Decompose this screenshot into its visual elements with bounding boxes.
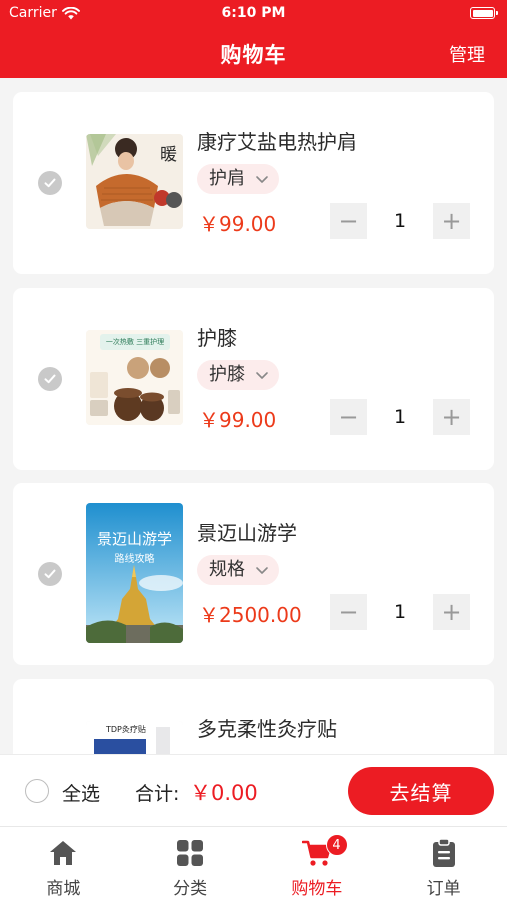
- tab-bar: 商城 分类 4 购物车 订单: [0, 826, 507, 900]
- battery-icon: [470, 7, 498, 19]
- quantity-stepper: − 1 +: [330, 203, 470, 239]
- decrease-quantity-button[interactable]: −: [330, 399, 367, 435]
- tab-label: 购物车: [291, 879, 343, 899]
- quantity-value[interactable]: 1: [367, 399, 433, 435]
- checkmark-icon: [44, 178, 56, 188]
- product-image-banner: 一次热敷 三重护理: [105, 338, 165, 346]
- product-image[interactable]: TDP灸疗贴: [86, 721, 183, 754]
- tab-mall[interactable]: 商城: [0, 827, 127, 900]
- tab-orders[interactable]: 订单: [380, 827, 507, 900]
- spec-label: 护膝: [209, 364, 245, 385]
- status-time: 6:10 PM: [221, 5, 286, 21]
- checkout-button[interactable]: 去结算: [348, 767, 494, 815]
- product-image[interactable]: 景迈山游学 路线攻略: [86, 503, 183, 643]
- total-label: 合计:: [135, 783, 180, 805]
- item-select-checkbox[interactable]: [38, 367, 62, 391]
- increase-quantity-button[interactable]: +: [433, 594, 470, 630]
- tab-category[interactable]: 分类: [127, 827, 254, 900]
- quantity-stepper: − 1 +: [330, 594, 470, 630]
- spec-selector[interactable]: 规格: [197, 555, 279, 585]
- manage-button[interactable]: 管理: [449, 41, 485, 67]
- quantity-value[interactable]: 1: [367, 203, 433, 239]
- select-all-label[interactable]: 全选: [62, 779, 100, 806]
- app-header: Carrier 6:10 PM 购物车 管理: [0, 0, 507, 78]
- product-name[interactable]: 多克柔性灸疗贴: [197, 713, 337, 742]
- checkmark-icon: [44, 569, 56, 579]
- clipboard-icon: [428, 837, 460, 869]
- spec-selector[interactable]: 护膝: [197, 360, 279, 390]
- spec-label: 规格: [209, 559, 245, 580]
- item-select-checkbox[interactable]: [38, 171, 62, 195]
- total-amount: ￥0.00: [190, 781, 258, 805]
- category-grid-icon: [174, 837, 206, 869]
- home-icon: [47, 837, 79, 869]
- tab-label: 商城: [46, 879, 81, 899]
- chevron-down-icon: [256, 372, 268, 379]
- cart-list[interactable]: 暖 康疗艾盐电热护肩 护肩 ￥99.00 − 1 + 一次热敷 三重护理 护膝 …: [0, 78, 507, 754]
- chevron-down-icon: [256, 176, 268, 183]
- cart-item-card: 景迈山游学 路线攻略 景迈山游学 规格 ￥2500.00 − 1 +: [13, 483, 494, 665]
- tab-label: 订单: [426, 879, 461, 899]
- product-image-caption: 暖: [160, 145, 177, 165]
- product-name[interactable]: 景迈山游学: [197, 517, 297, 546]
- cart-item-card: 暖 康疗艾盐电热护肩 护肩 ￥99.00 − 1 +: [13, 92, 494, 274]
- product-image-subtitle: 路线攻略: [114, 554, 155, 565]
- item-select-checkbox[interactable]: [38, 562, 62, 586]
- cart-item-card: 一次热敷 三重护理 护膝 护膝 ￥99.00 − 1 +: [13, 288, 494, 470]
- product-name[interactable]: 护膝: [197, 322, 237, 351]
- increase-quantity-button[interactable]: +: [433, 203, 470, 239]
- product-price: ￥99.00: [199, 408, 277, 432]
- product-image[interactable]: 一次热敷 三重护理: [86, 330, 183, 425]
- cart-count-badge: 4: [325, 834, 348, 856]
- quantity-stepper: − 1 +: [330, 399, 470, 435]
- product-price: ￥99.00: [199, 212, 277, 236]
- product-image[interactable]: 暖: [86, 134, 183, 229]
- status-bar: Carrier 6:10 PM: [0, 0, 507, 28]
- chevron-down-icon: [256, 567, 268, 574]
- checkmark-icon: [44, 374, 56, 384]
- tab-label: 分类: [173, 879, 208, 899]
- decrease-quantity-button[interactable]: −: [330, 594, 367, 630]
- product-price: ￥2500.00: [199, 603, 302, 627]
- decrease-quantity-button[interactable]: −: [330, 203, 367, 239]
- product-image-title: 景迈山游学: [96, 530, 172, 548]
- spec-label: 护肩: [209, 168, 245, 189]
- checkout-bar: 全选 合计: ￥0.00 去结算: [0, 754, 507, 826]
- travel-poster-illustration: [86, 503, 183, 643]
- spec-selector[interactable]: 护肩: [197, 164, 279, 194]
- product-name[interactable]: 康疗艾盐电热护肩: [197, 126, 357, 155]
- increase-quantity-button[interactable]: +: [433, 399, 470, 435]
- cart-item-card: TDP灸疗贴 多克柔性灸疗贴: [13, 679, 494, 754]
- select-all-checkbox[interactable]: [25, 779, 49, 803]
- quantity-value[interactable]: 1: [367, 594, 433, 630]
- page-title: 购物车: [220, 43, 287, 67]
- tab-cart[interactable]: 4 购物车: [254, 827, 381, 900]
- navigation-bar: 购物车 管理: [0, 28, 507, 78]
- product-image-label: TDP灸疗贴: [106, 725, 146, 734]
